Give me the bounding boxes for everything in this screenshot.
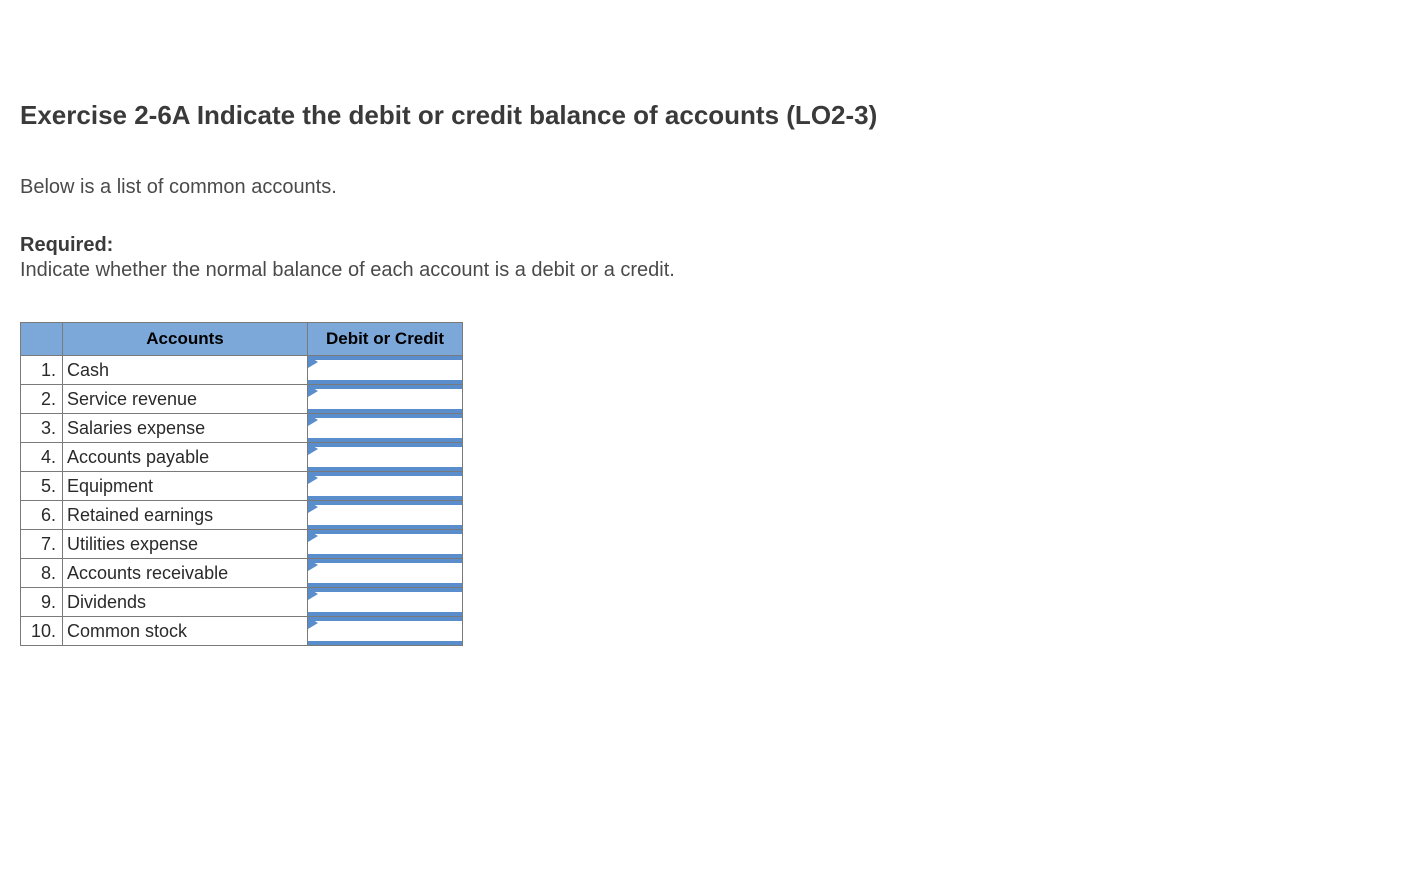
row-number: 5. [21, 472, 63, 501]
table-header-num [21, 323, 63, 356]
row-account: Service revenue [63, 385, 308, 414]
row-account: Accounts receivable [63, 559, 308, 588]
dropdown-arrow-icon [308, 588, 318, 600]
row-debit-credit-cell[interactable] [308, 356, 463, 385]
table-row: 6. Retained earnings [21, 501, 463, 530]
debit-credit-input[interactable] [308, 588, 462, 616]
dropdown-arrow-icon [308, 443, 318, 455]
dropdown-arrow-icon [308, 559, 318, 571]
row-debit-credit-cell[interactable] [308, 443, 463, 472]
row-number: 10. [21, 617, 63, 646]
dropdown-arrow-icon [308, 385, 318, 397]
dropdown-arrow-icon [308, 472, 318, 484]
row-account: Cash [63, 356, 308, 385]
page-title: Exercise 2-6A Indicate the debit or cred… [20, 100, 1398, 131]
row-account: Accounts payable [63, 443, 308, 472]
debit-credit-input[interactable] [308, 559, 462, 587]
row-debit-credit-cell[interactable] [308, 501, 463, 530]
row-debit-credit-cell[interactable] [308, 559, 463, 588]
dropdown-arrow-icon [308, 530, 318, 542]
dropdown-arrow-icon [308, 356, 318, 368]
table-header-row: Accounts Debit or Credit [21, 323, 463, 356]
row-number: 8. [21, 559, 63, 588]
table-row: 3. Salaries expense [21, 414, 463, 443]
row-debit-credit-cell[interactable] [308, 472, 463, 501]
debit-credit-input[interactable] [308, 501, 462, 529]
debit-credit-input[interactable] [308, 414, 462, 442]
row-account: Equipment [63, 472, 308, 501]
dropdown-arrow-icon [308, 414, 318, 426]
table-row: 10. Common stock [21, 617, 463, 646]
row-debit-credit-cell[interactable] [308, 588, 463, 617]
debit-credit-input[interactable] [308, 443, 462, 471]
row-number: 3. [21, 414, 63, 443]
table-header-accounts: Accounts [63, 323, 308, 356]
row-debit-credit-cell[interactable] [308, 414, 463, 443]
accounts-table: Accounts Debit or Credit 1. Cash 2. Serv… [20, 322, 463, 646]
intro-text: Below is a list of common accounts. [20, 176, 1398, 199]
required-label: Required: [20, 234, 1398, 257]
debit-credit-input[interactable] [308, 472, 462, 500]
debit-credit-input[interactable] [308, 385, 462, 413]
required-text: Indicate whether the normal balance of e… [20, 259, 1398, 282]
table-header-debit-credit: Debit or Credit [308, 323, 463, 356]
debit-credit-input[interactable] [308, 530, 462, 558]
dropdown-arrow-icon [308, 501, 318, 513]
dropdown-arrow-icon [308, 617, 318, 629]
table-row: 9. Dividends [21, 588, 463, 617]
row-number: 2. [21, 385, 63, 414]
row-account: Utilities expense [63, 530, 308, 559]
row-number: 6. [21, 501, 63, 530]
debit-credit-input[interactable] [308, 617, 462, 645]
row-number: 4. [21, 443, 63, 472]
table-row: 1. Cash [21, 356, 463, 385]
row-account: Retained earnings [63, 501, 308, 530]
table-row: 4. Accounts payable [21, 443, 463, 472]
row-number: 7. [21, 530, 63, 559]
row-account: Dividends [63, 588, 308, 617]
row-account: Common stock [63, 617, 308, 646]
row-number: 9. [21, 588, 63, 617]
table-row: 7. Utilities expense [21, 530, 463, 559]
row-number: 1. [21, 356, 63, 385]
debit-credit-input[interactable] [308, 356, 462, 384]
table-row: 5. Equipment [21, 472, 463, 501]
row-debit-credit-cell[interactable] [308, 385, 463, 414]
row-account: Salaries expense [63, 414, 308, 443]
table-row: 2. Service revenue [21, 385, 463, 414]
row-debit-credit-cell[interactable] [308, 617, 463, 646]
table-row: 8. Accounts receivable [21, 559, 463, 588]
row-debit-credit-cell[interactable] [308, 530, 463, 559]
